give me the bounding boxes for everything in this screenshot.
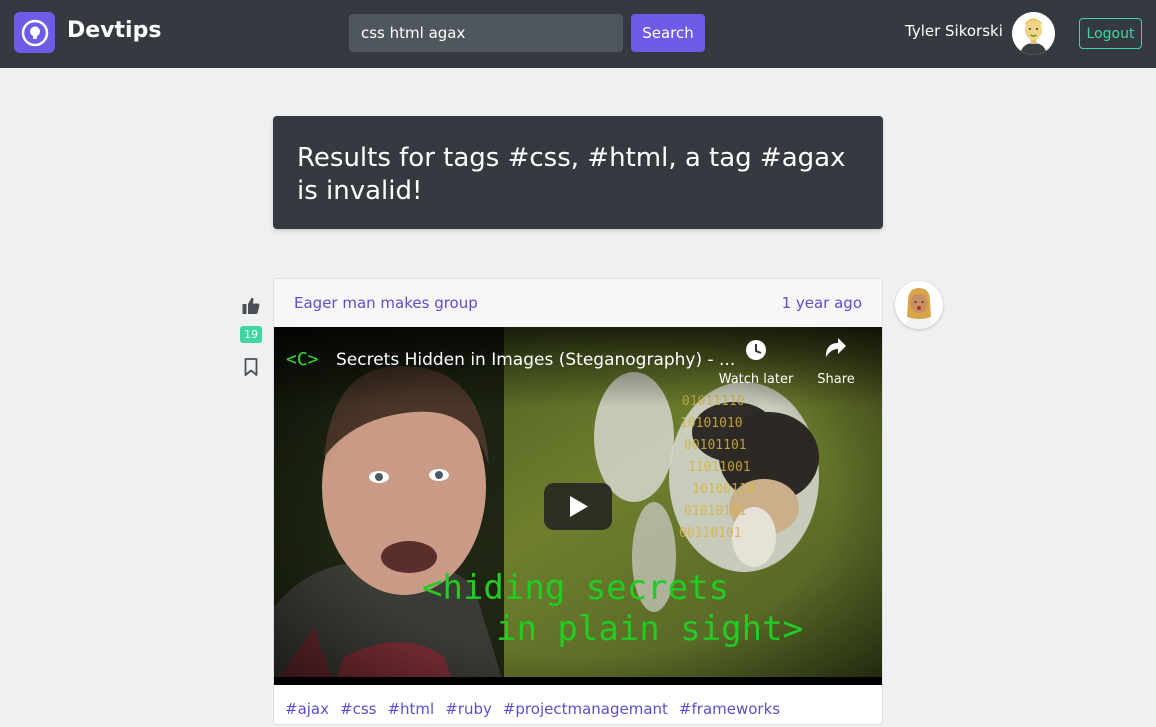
user-name: Tyler Sikorski (905, 22, 1003, 40)
search-button[interactable]: Search (631, 14, 705, 52)
results-banner: Results for tags #css, #html, a tag #aga… (273, 116, 883, 229)
thumbs-up-icon[interactable] (241, 296, 261, 316)
tag-link[interactable]: #ajax (285, 693, 329, 724)
post-title-link[interactable]: Eager man makes group (294, 294, 478, 312)
video-caption-line-2: in plain sight> (496, 609, 803, 649)
brand-name[interactable]: Devtips (67, 18, 161, 43)
search-input[interactable] (349, 14, 623, 52)
author-avatar-icon[interactable] (895, 281, 943, 329)
tag-list: #ajax #css #html #ruby #projectmanagemant #fr… (274, 693, 882, 724)
post-timestamp: 1 year ago (781, 294, 862, 312)
watch-later-label[interactable]: Watch later (719, 372, 794, 387)
vote-count-badge: 19 (240, 326, 262, 343)
top-navbar: Devtips Search Tyler Sikorski Logout (0, 0, 1156, 68)
tag-link[interactable]: #frameworks (679, 693, 780, 724)
post-card: Eager man makes group 1 year ago <C> Sec… (273, 278, 883, 725)
video-caption-line-1: <hiding secrets (422, 568, 729, 608)
tag-link[interactable]: #html (387, 693, 434, 724)
channel-logo[interactable]: <C> (286, 349, 319, 370)
tag-link[interactable]: #ruby (445, 693, 492, 724)
video-title[interactable]: Secrets Hidden in Images (Steganography)… (336, 350, 735, 370)
share-label[interactable]: Share (817, 372, 855, 387)
user-avatar-icon[interactable] (1012, 12, 1055, 55)
tag-link[interactable]: #projectmanagemant (503, 693, 668, 724)
logout-button[interactable]: Logout (1079, 18, 1142, 49)
clock-icon[interactable] (746, 340, 766, 360)
results-message: Results for tags #css, #html, a tag #aga… (297, 143, 846, 206)
play-button-icon[interactable] (544, 483, 612, 530)
video-embed[interactable]: 01011110 10101010 00101101 11011001 1010… (274, 327, 882, 685)
post-header: Eager man makes group 1 year ago (274, 279, 882, 327)
bookmark-icon[interactable] (242, 357, 260, 377)
logo-icon[interactable] (14, 12, 55, 53)
tag-link[interactable]: #css (340, 693, 376, 724)
